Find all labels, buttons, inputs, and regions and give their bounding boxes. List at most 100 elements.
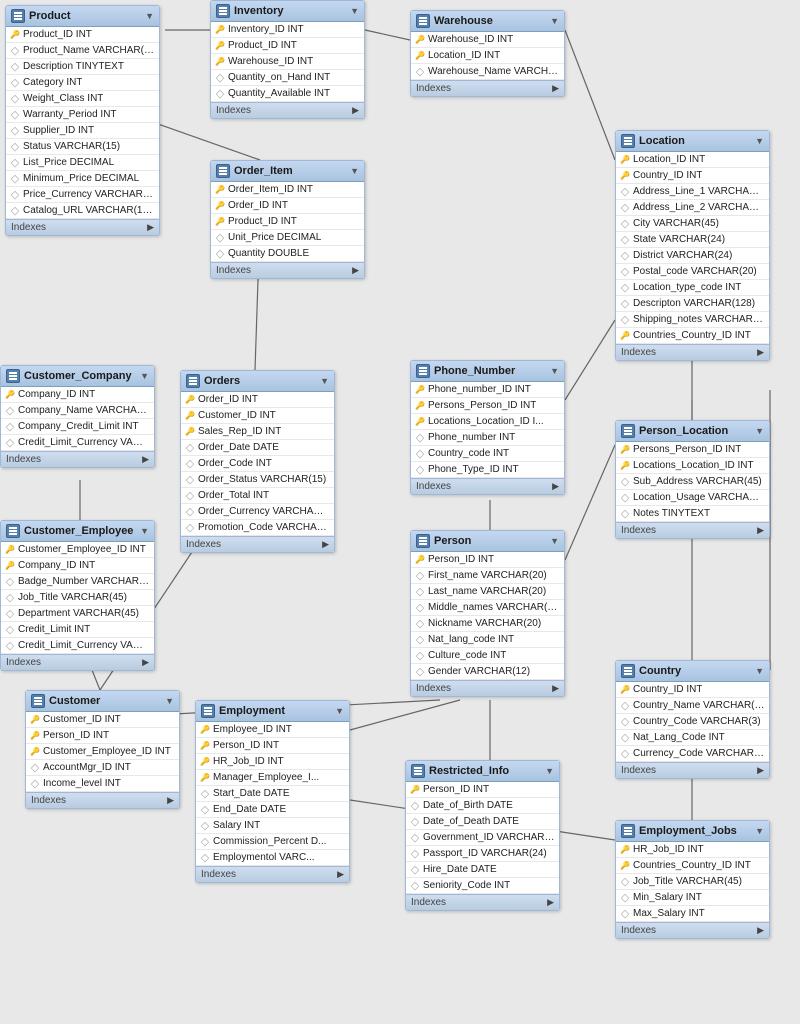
- table-header-location[interactable]: Location▼: [616, 131, 769, 152]
- indexes-arrow-customer_employee[interactable]: ▶: [142, 657, 149, 668]
- table-customer_employee[interactable]: Customer_Employee▼🔑Customer_Employee_ID …: [0, 520, 155, 671]
- dropdown-arrow-order_item[interactable]: ▼: [350, 166, 359, 176]
- field-icon-employment-0: 🔑: [200, 725, 210, 735]
- dropdown-arrow-person[interactable]: ▼: [550, 536, 559, 546]
- table-header-phone_number[interactable]: Phone_Number▼: [411, 361, 564, 382]
- table-header-orders[interactable]: Orders▼: [181, 371, 334, 392]
- indexes-arrow-customer[interactable]: ▶: [167, 795, 174, 806]
- table-row: ◇Notes TINYTEXT: [616, 506, 769, 522]
- dropdown-arrow-employment[interactable]: ▼: [335, 706, 344, 716]
- table-header-person[interactable]: Person▼: [411, 531, 564, 552]
- table-header-warehouse[interactable]: Warehouse▼: [411, 11, 564, 32]
- table-product[interactable]: Product▼🔑Product_ID INT◇Product_Name VAR…: [5, 5, 160, 236]
- table-location[interactable]: Location▼🔑Location_ID INT🔑Country_ID INT…: [615, 130, 770, 361]
- indexes-row-person_location[interactable]: Indexes▶: [616, 522, 769, 538]
- table-orders[interactable]: Orders▼🔑Order_ID INT🔑Customer_ID INT🔑Sal…: [180, 370, 335, 553]
- indexes-arrow-restricted_info[interactable]: ▶: [547, 897, 554, 908]
- table-header-product[interactable]: Product▼: [6, 6, 159, 27]
- indexes-arrow-phone_number[interactable]: ▶: [552, 481, 559, 492]
- indexes-row-phone_number[interactable]: Indexes▶: [411, 478, 564, 494]
- table-warehouse[interactable]: Warehouse▼🔑Warehouse_ID INT🔑Location_ID …: [410, 10, 565, 97]
- dropdown-arrow-customer[interactable]: ▼: [165, 696, 174, 706]
- indexes-row-customer_employee[interactable]: Indexes▶: [1, 654, 154, 670]
- field-name-customer_employee-4: Department VARCHAR(45): [18, 608, 139, 619]
- table-header-person_location[interactable]: Person_Location▼: [616, 421, 769, 442]
- field-icon-customer-0: 🔑: [30, 715, 40, 725]
- dropdown-arrow-orders[interactable]: ▼: [320, 376, 329, 386]
- field-name-location-6: District VARCHAR(24): [633, 250, 732, 261]
- indexes-row-orders[interactable]: Indexes▶: [181, 536, 334, 552]
- table-header-employment[interactable]: Employment▼: [196, 701, 349, 722]
- table-person[interactable]: Person▼🔑Person_ID INT◇First_name VARCHAR…: [410, 530, 565, 697]
- indexes-arrow-product[interactable]: ▶: [147, 222, 154, 233]
- indexes-row-restricted_info[interactable]: Indexes▶: [406, 894, 559, 910]
- table-order_item[interactable]: Order_Item▼🔑Order_Item_ID INT🔑Order_ID I…: [210, 160, 365, 279]
- table-customer_company[interactable]: Customer_Company▼🔑Company_ID INT◇Company…: [0, 365, 155, 468]
- indexes-row-employment_jobs[interactable]: Indexes▶: [616, 922, 769, 938]
- indexes-arrow-employment[interactable]: ▶: [337, 869, 344, 880]
- dropdown-arrow-customer_company[interactable]: ▼: [140, 371, 149, 381]
- indexes-row-country[interactable]: Indexes▶: [616, 762, 769, 778]
- indexes-row-inventory[interactable]: Indexes▶: [211, 102, 364, 118]
- dropdown-arrow-country[interactable]: ▼: [755, 666, 764, 676]
- indexes-row-location[interactable]: Indexes▶: [616, 344, 769, 360]
- dropdown-arrow-product[interactable]: ▼: [145, 11, 154, 21]
- indexes-row-customer[interactable]: Indexes▶: [26, 792, 179, 808]
- table-phone_number[interactable]: Phone_Number▼🔑Phone_number_ID INT🔑Person…: [410, 360, 565, 495]
- table-country[interactable]: Country▼🔑Country_ID INT◇Country_Name VAR…: [615, 660, 770, 779]
- dropdown-arrow-phone_number[interactable]: ▼: [550, 366, 559, 376]
- indexes-arrow-location[interactable]: ▶: [757, 347, 764, 358]
- table-employment_jobs[interactable]: Employment_Jobs▼🔑HR_Job_ID INT🔑Countries…: [615, 820, 770, 939]
- indexes-arrow-inventory[interactable]: ▶: [352, 105, 359, 116]
- indexes-arrow-country[interactable]: ▶: [757, 765, 764, 776]
- indexes-row-employment[interactable]: Indexes▶: [196, 866, 349, 882]
- indexes-row-warehouse[interactable]: Indexes▶: [411, 80, 564, 96]
- indexes-arrow-employment_jobs[interactable]: ▶: [757, 925, 764, 936]
- field-name-employment-1: Person_ID INT: [213, 740, 279, 751]
- indexes-row-person[interactable]: Indexes▶: [411, 680, 564, 696]
- field-icon-customer-2: 🔑: [30, 747, 40, 757]
- indexes-arrow-warehouse[interactable]: ▶: [552, 83, 559, 94]
- indexes-label-order_item: Indexes: [216, 265, 251, 276]
- table-header-customer_employee[interactable]: Customer_Employee▼: [1, 521, 154, 542]
- table-row: 🔑Customer_Employee_ID INT: [1, 542, 154, 558]
- table-inventory[interactable]: Inventory▼🔑Inventory_ID INT🔑Product_ID I…: [210, 0, 365, 119]
- table-customer[interactable]: Customer▼🔑Customer_ID INT🔑Person_ID INT🔑…: [25, 690, 180, 809]
- field-icon-orders-6: ◇: [185, 491, 195, 501]
- indexes-row-customer_company[interactable]: Indexes▶: [1, 451, 154, 467]
- indexes-arrow-person[interactable]: ▶: [552, 683, 559, 694]
- table-header-order_item[interactable]: Order_Item▼: [211, 161, 364, 182]
- indexes-arrow-order_item[interactable]: ▶: [352, 265, 359, 276]
- table-header-employment_jobs[interactable]: Employment_Jobs▼: [616, 821, 769, 842]
- table-header-country[interactable]: Country▼: [616, 661, 769, 682]
- table-header-customer_company[interactable]: Customer_Company▼: [1, 366, 154, 387]
- table-icon-person_location: [621, 424, 635, 438]
- table-row: ◇District VARCHAR(24): [616, 248, 769, 264]
- indexes-row-order_item[interactable]: Indexes ▶: [211, 262, 364, 278]
- table-row: 🔑Location_ID INT: [616, 152, 769, 168]
- indexes-label-product: Indexes: [11, 222, 46, 233]
- indexes-arrow-person_location[interactable]: ▶: [757, 525, 764, 536]
- dropdown-arrow-warehouse[interactable]: ▼: [550, 16, 559, 26]
- field-icon-orders-0: 🔑: [185, 395, 195, 405]
- indexes-arrow-orders[interactable]: ▶: [322, 539, 329, 550]
- table-row: ◇Phone_number INT: [411, 430, 564, 446]
- indexes-row-product[interactable]: Indexes ▶: [6, 219, 159, 235]
- table-header-customer[interactable]: Customer▼: [26, 691, 179, 712]
- table-person_location[interactable]: Person_Location▼🔑Persons_Person_ID INT🔑L…: [615, 420, 770, 539]
- table-restricted_info[interactable]: Restricted_Info▼🔑Person_ID INT◇Date_of_B…: [405, 760, 560, 911]
- dropdown-arrow-inventory[interactable]: ▼: [350, 6, 359, 16]
- dropdown-arrow-customer_employee[interactable]: ▼: [140, 526, 149, 536]
- dropdown-arrow-restricted_info[interactable]: ▼: [545, 766, 554, 776]
- field-icon-restricted_info-3: ◇: [410, 833, 420, 843]
- table-header-restricted_info[interactable]: Restricted_Info▼: [406, 761, 559, 782]
- table-header-inventory[interactable]: Inventory▼: [211, 1, 364, 22]
- dropdown-arrow-employment_jobs[interactable]: ▼: [755, 826, 764, 836]
- dropdown-arrow-location[interactable]: ▼: [755, 136, 764, 146]
- table-employment[interactable]: Employment▼🔑Employee_ID INT🔑Person_ID IN…: [195, 700, 350, 883]
- field-name-customer_company-3: Credit_Limit_Currency VARCHAR(5): [18, 437, 150, 448]
- field-icon-warehouse-2: ◇: [415, 67, 425, 77]
- indexes-arrow-customer_company[interactable]: ▶: [142, 454, 149, 465]
- field-name-phone_number-4: Country_code INT: [428, 448, 509, 459]
- dropdown-arrow-person_location[interactable]: ▼: [755, 426, 764, 436]
